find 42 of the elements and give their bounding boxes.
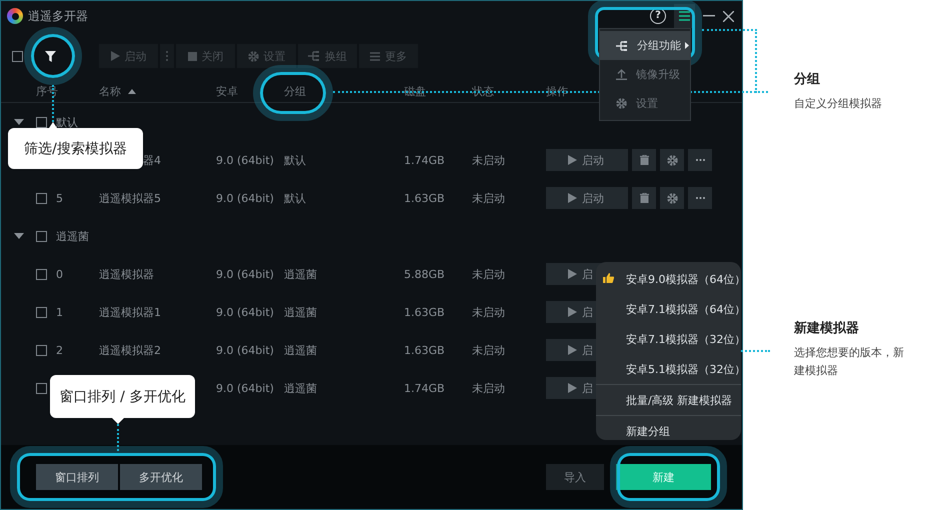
table-cell-text: 逍遥菌: [284, 342, 318, 358]
table-cell: 逍遥模拟器2: [99, 344, 161, 356]
table-cell: 逍遥模拟器5: [99, 192, 161, 204]
table-cell-text: 默认: [284, 190, 307, 206]
table-cell-text: 1.74GB: [404, 154, 446, 166]
table-cell: 5: [56, 192, 63, 204]
table-cell-text: 9.0 (64bit): [216, 344, 275, 356]
table-cell-text: 逍遥菌: [284, 380, 318, 396]
callout: 筛选/搜索模拟器: [8, 128, 143, 169]
table-cell: 0: [56, 268, 63, 280]
table-cell-text: 未启动: [472, 380, 506, 396]
table-cell: 逍遥模拟器: [99, 268, 154, 280]
table-cell-text: 逍遥菌: [284, 266, 318, 282]
callout: 窗口排列 / 多开优化: [50, 375, 195, 418]
table-cell: 2: [56, 344, 63, 356]
table-cell-text: 9.0 (64bit): [216, 192, 275, 204]
table-cell: 逍遥模拟器1: [99, 306, 161, 318]
table-cell-text: 1.63GB: [404, 306, 446, 318]
window-title: 逍遥多开器: [28, 8, 88, 24]
note-text: 选择您想要的版本，新建模拟器: [794, 345, 905, 379]
table-cell-text: 9.0 (64bit): [216, 268, 275, 280]
table-cell-text: 9.0 (64bit): [216, 382, 275, 394]
table-cell: 1: [56, 306, 63, 318]
table-cell-text: 未启动: [472, 342, 506, 358]
table-cell-text: 未启动: [472, 266, 506, 282]
table-cell-text: 未启动: [472, 190, 506, 206]
note-title: 分组: [794, 71, 821, 88]
table-cell-text: 5.88GB: [404, 268, 446, 280]
table-cell-text: 9.0 (64bit): [216, 154, 275, 166]
table-cell-text: 未启动: [472, 152, 506, 168]
note-text: 自定义分组模拟器: [794, 96, 883, 112]
table-cell-text: 1.74GB: [404, 382, 446, 394]
note-title: 新建模拟器: [794, 320, 860, 337]
table-cell-text: 未启动: [472, 304, 506, 320]
table-cell-text: 默认: [284, 152, 307, 168]
table-cell-text: 1.63GB: [404, 192, 446, 204]
table-cell-text: 9.0 (64bit): [216, 306, 275, 318]
group-name: 逍遥菌: [56, 228, 89, 244]
table-cell: 器4: [143, 154, 161, 166]
group-name: 默认: [56, 114, 78, 130]
table-cell-text: 逍遥菌: [284, 304, 318, 320]
table-cell-text: 1.63GB: [404, 344, 446, 356]
